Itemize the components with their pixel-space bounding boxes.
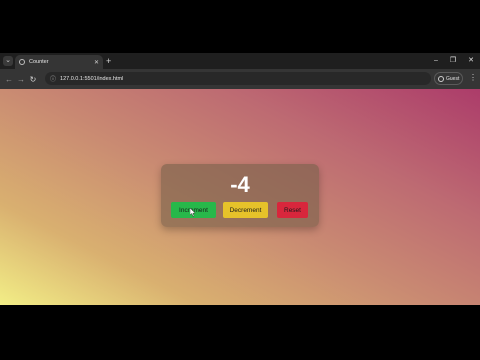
- tab-strip: ⌄ Counter ✕ + – ❐ ✕: [0, 53, 480, 69]
- mouse-cursor-icon: [190, 208, 196, 217]
- close-icon[interactable]: ✕: [94, 59, 99, 66]
- window-controls: – ❐ ✕: [434, 55, 474, 67]
- back-arrow-icon[interactable]: ←: [3, 75, 15, 84]
- browser-toolbar: ← → ↻ ⓘ 127.0.0.1:5501/index.html Guest …: [0, 69, 480, 89]
- maximize-icon[interactable]: ❐: [450, 55, 456, 67]
- decrement-button[interactable]: Decrement: [223, 202, 268, 218]
- counter-value: -4: [230, 172, 250, 197]
- address-bar[interactable]: ⓘ 127.0.0.1:5501/index.html: [45, 72, 431, 85]
- page-viewport: -4 Increment Decrement Reset: [0, 89, 480, 305]
- site-info-icon[interactable]: ⓘ: [50, 74, 56, 83]
- tab-title: Counter: [29, 59, 49, 65]
- counter-card: -4 Increment Decrement Reset: [161, 164, 319, 227]
- globe-icon: [19, 59, 25, 65]
- video-letterbox-bottom: [0, 305, 480, 360]
- plus-icon[interactable]: +: [106, 55, 111, 67]
- guest-label: Guest: [446, 75, 460, 82]
- kebab-menu-icon[interactable]: ⋮: [469, 73, 477, 82]
- reload-icon[interactable]: ↻: [27, 75, 39, 84]
- tab-counter[interactable]: Counter ✕: [15, 55, 103, 69]
- video-letterbox-top: [0, 0, 480, 53]
- close-window-icon[interactable]: ✕: [468, 55, 474, 67]
- minimize-icon[interactable]: –: [434, 55, 438, 67]
- reset-button[interactable]: Reset: [277, 202, 308, 218]
- forward-arrow-icon[interactable]: →: [15, 75, 27, 84]
- tab-search-chevron-down-icon[interactable]: ⌄: [3, 56, 13, 66]
- browser-window: ⌄ Counter ✕ + – ❐ ✕ ← → ↻ ⓘ 127.0.0.1:55…: [0, 53, 480, 305]
- guest-profile-button[interactable]: Guest: [434, 72, 463, 85]
- url-text[interactable]: 127.0.0.1:5501/index.html: [60, 76, 123, 82]
- guest-profile-icon: [438, 75, 444, 82]
